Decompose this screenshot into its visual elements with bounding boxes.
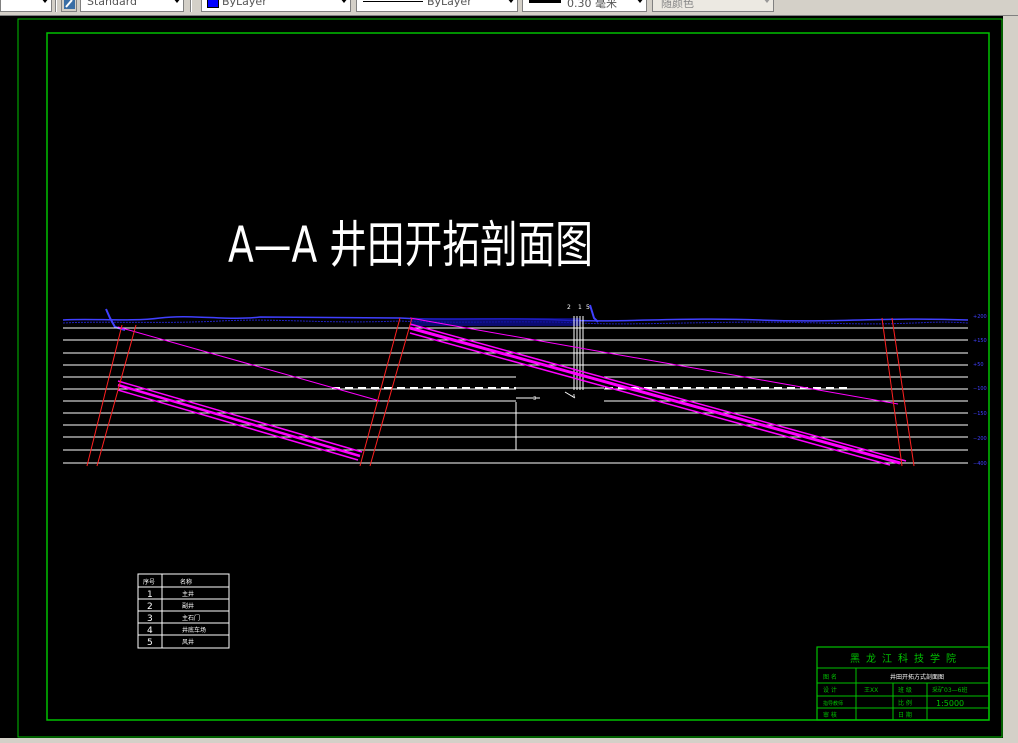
color-dropdown[interactable]: ByLayer <box>201 0 351 12</box>
properties-toolbar: Standard ByLayer ByLayer 0.30 毫米 随颜色 <box>0 0 1018 16</box>
lineweight-sample-icon <box>529 0 561 3</box>
title-block-label: 审 核 <box>823 711 837 719</box>
elev-label: −200 <box>973 436 987 442</box>
vertical-scrollbar[interactable] <box>1003 16 1018 740</box>
elev-label: −150 <box>973 411 987 417</box>
text-style-icon[interactable] <box>61 0 77 12</box>
title-block: 黑龙江科技学院 图 名 井田开拓方式剖面图 设 计 王XX 班 级 采矿03—6… <box>816 646 990 721</box>
legend-row-no: 2 <box>147 602 153 612</box>
legend-row-name: 风井 <box>182 638 194 646</box>
elev-label: −100 <box>973 386 987 392</box>
drawing-canvas[interactable]: A—A 井田开拓剖面图 2 1 5 3 4 +200 +150 +50 −100… <box>0 16 1003 740</box>
plotstyle-dropdown[interactable]: 随颜色 <box>652 0 774 12</box>
linetype-dropdown[interactable]: ByLayer <box>356 0 518 12</box>
elevation-labels: +200 +150 +50 −100 −150 −200 −400 <box>973 314 987 467</box>
chevron-down-icon <box>41 0 49 3</box>
legend-row-name: 副井 <box>182 602 194 610</box>
title-block-scale: 1:5000 <box>936 699 964 708</box>
title-block-class: 采矿03—6班 <box>932 686 967 694</box>
elev-label: +150 <box>973 338 987 344</box>
plotstyle-value: 随颜色 <box>661 0 694 10</box>
outer-frame <box>17 18 1003 738</box>
title-block-label: 指导教师 <box>823 700 843 707</box>
title-block-label: 比 例 <box>898 699 912 707</box>
shaft-label-2: 2 <box>567 304 571 311</box>
lineweight-dropdown[interactable]: 0.30 毫米 <box>522 0 647 12</box>
title-block-designer: 王XX <box>864 687 878 694</box>
legend-row-name: 井底车场 <box>182 626 206 634</box>
title-block-label: 图 名 <box>823 673 837 681</box>
legend-header-name: 名称 <box>180 578 192 586</box>
toolbar-separator <box>190 0 192 12</box>
title-block-label: 班 级 <box>898 686 912 694</box>
drawing-title: A—A 井田开拓剖面图 <box>228 216 593 274</box>
legend-row-name: 主石门 <box>182 614 200 622</box>
linetype-sample-icon <box>363 1 423 2</box>
chevron-down-icon <box>763 0 771 3</box>
legend-row-name: 主井 <box>182 590 194 598</box>
drawing-svg: A—A 井田开拓剖面图 2 1 5 3 4 +200 +150 +50 −100… <box>17 18 1003 738</box>
elev-label: +50 <box>973 362 984 368</box>
layer-dropdown[interactable] <box>0 0 52 12</box>
shaft-collar <box>589 304 599 323</box>
shaft-label-5: 5 <box>586 304 590 311</box>
shaft-label-1: 1 <box>578 304 582 311</box>
legend-row-no: 4 <box>147 626 153 636</box>
color-value: ByLayer <box>222 0 267 8</box>
elev-label: +200 <box>973 314 987 320</box>
title-block-label: 日 期 <box>898 711 912 719</box>
point-label-4: 4 <box>572 394 575 400</box>
chevron-down-icon <box>340 0 348 3</box>
title-block-drawing-name: 井田开拓方式剖面图 <box>890 673 944 681</box>
color-swatch-icon <box>207 0 219 8</box>
chevron-down-icon <box>636 0 644 3</box>
lineweight-value: 0.30 毫米 <box>567 0 617 10</box>
title-block-school: 黑龙江科技学院 <box>850 652 956 665</box>
horizontal-scrollbar[interactable] <box>0 738 1018 743</box>
toolbar-separator <box>55 0 57 12</box>
title-block-label: 设 计 <box>823 686 837 694</box>
point-label-3: 3 <box>533 396 536 402</box>
legend-header-no: 序号 <box>143 578 155 586</box>
legend-table: 序号 名称 1 主井 2 副井 3 主石门 4 井底车场 5 风井 <box>137 573 230 649</box>
legend-row-no: 5 <box>147 638 153 648</box>
legend-row-no: 1 <box>147 590 153 600</box>
text-style-dropdown[interactable]: Standard <box>80 0 184 12</box>
chevron-down-icon <box>507 0 515 3</box>
elev-label: −400 <box>973 461 987 467</box>
legend-row-no: 3 <box>147 614 153 624</box>
text-style-value: Standard <box>87 0 138 8</box>
chevron-down-icon <box>173 0 181 3</box>
linetype-value: ByLayer <box>427 0 472 8</box>
